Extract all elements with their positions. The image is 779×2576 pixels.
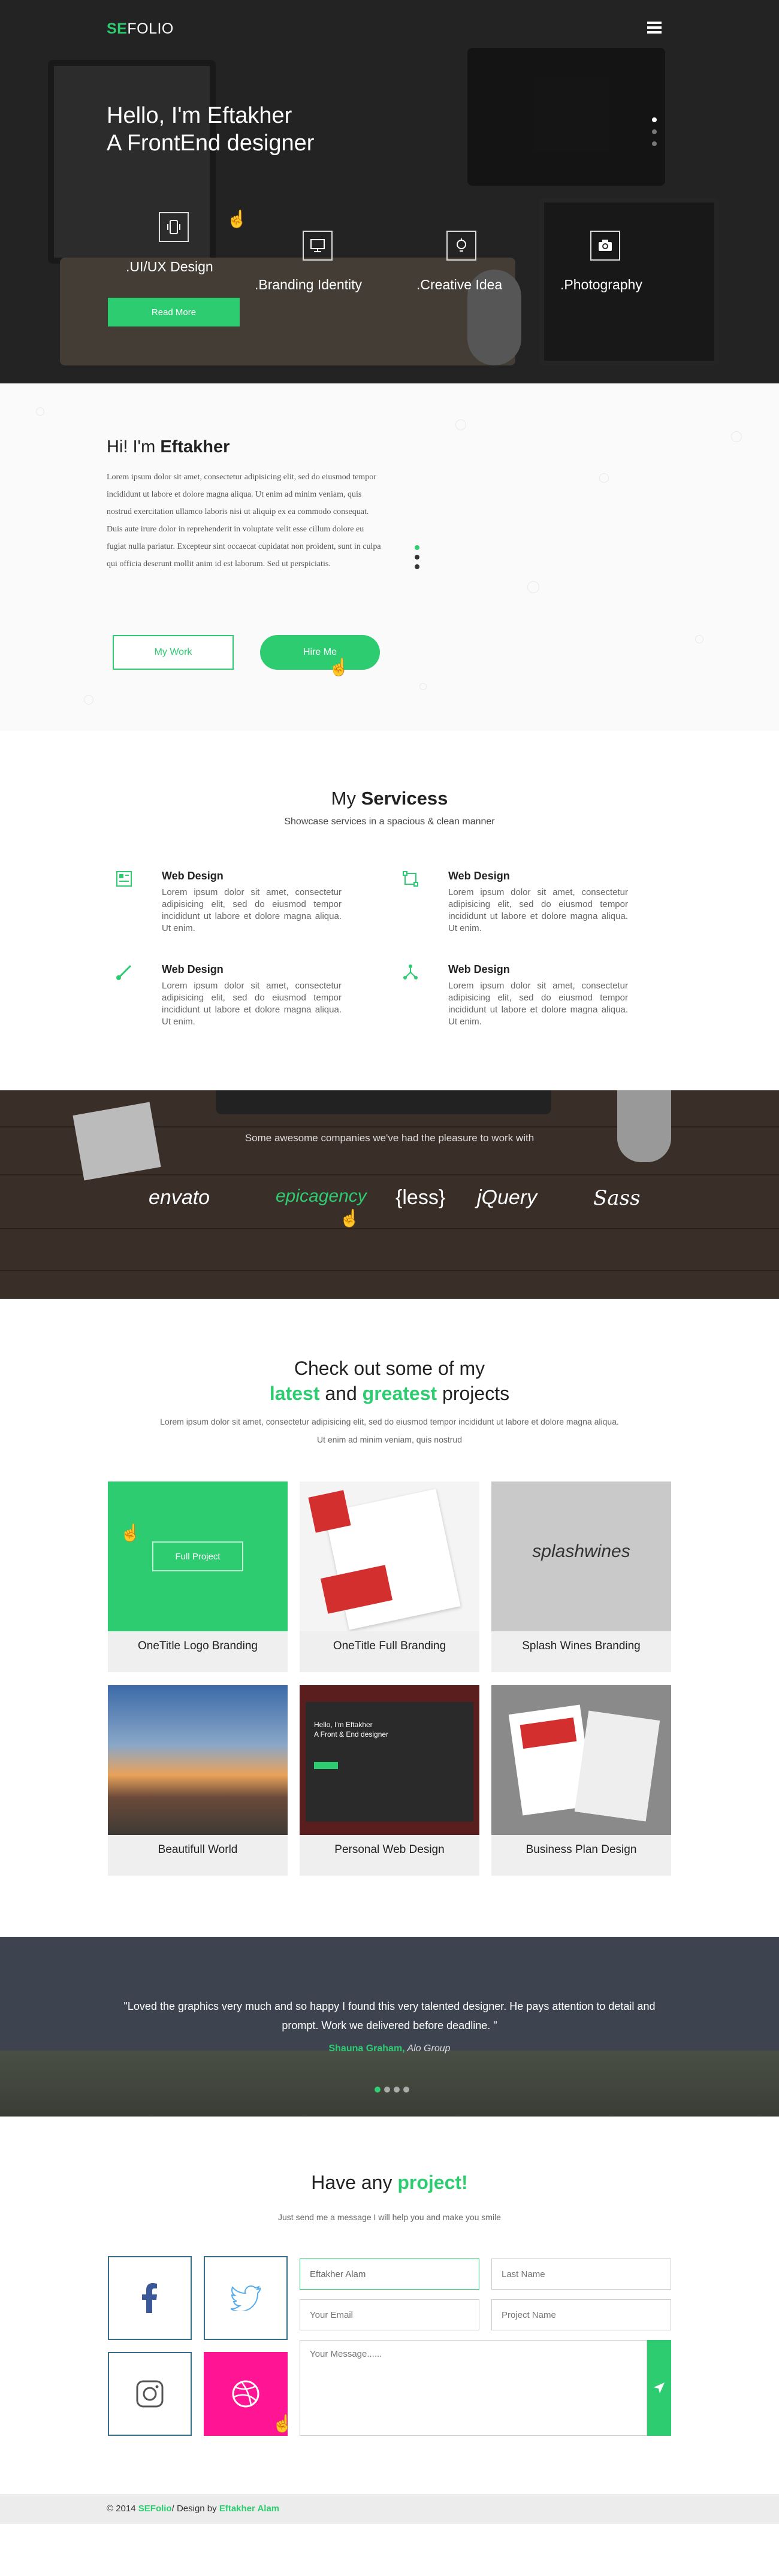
portfolio-thumb[interactable] bbox=[300, 1481, 479, 1631]
hero-title: Hello, I'm Eftakher A FrontEnd designer bbox=[107, 103, 315, 156]
portfolio-subtitle: Lorem ipsum dolor sit amet, consectetur … bbox=[160, 1417, 619, 1444]
portfolio-card[interactable]: Hello, I'm Eftakher A Front & End designe… bbox=[300, 1685, 479, 1876]
pointer-cursor-icon: ☝ bbox=[272, 2414, 293, 2433]
services-subtitle: Showcase services in a spacious & clean … bbox=[284, 817, 495, 827]
pointer-cursor-icon: ☝ bbox=[120, 1523, 141, 1542]
portfolio-card[interactable]: Business Plan Design bbox=[491, 1685, 671, 1876]
contact-subtitle: Just send me a message I will help you a… bbox=[278, 2212, 501, 2222]
service-label-photography[interactable]: .Photography bbox=[560, 277, 642, 293]
testimonial-quote: "Loved the graphics very much and so hap… bbox=[123, 2000, 656, 2031]
service-title: Web Design bbox=[162, 870, 224, 882]
portfolio-caption[interactable]: Business Plan Design bbox=[491, 1843, 671, 1857]
send-button[interactable] bbox=[647, 2340, 671, 2436]
share-icon bbox=[400, 963, 421, 984]
service-title: Web Design bbox=[448, 963, 510, 975]
testimonial-dots[interactable] bbox=[375, 2087, 409, 2093]
portfolio-card[interactable]: OneTitle Full Branding bbox=[300, 1481, 479, 1672]
hero-section: SEFOLIO Hello, I'm Eftakher A FrontEnd d… bbox=[0, 0, 779, 383]
full-project-button[interactable]: Full Project bbox=[152, 1541, 243, 1571]
portfolio-card[interactable]: splashwines Splash Wines Branding bbox=[491, 1481, 671, 1672]
facebook-icon[interactable] bbox=[108, 2256, 192, 2340]
portfolio-title: Check out some of my latest and greatest… bbox=[269, 1357, 510, 1404]
bulb-icon bbox=[446, 231, 476, 261]
message-field[interactable] bbox=[300, 2340, 647, 2436]
testimonial-author: Shauna Graham, Alo Group bbox=[328, 2043, 451, 2054]
testimonial-section: "Loved the graphics very much and so hap… bbox=[0, 1937, 779, 2117]
portfolio-card[interactable]: Full Project ☝ OneTitle Logo Branding bbox=[108, 1481, 288, 1672]
crop-icon bbox=[400, 870, 421, 890]
last-name-field[interactable] bbox=[491, 2258, 671, 2290]
service-title: Web Design bbox=[448, 870, 510, 882]
services-title: My Servicess bbox=[331, 788, 448, 809]
about-heading: Hi! I'm Eftakher bbox=[107, 437, 230, 456]
service-label-uiux[interactable]: .UI/UX Design bbox=[126, 259, 213, 275]
less-logo[interactable]: {less} bbox=[395, 1186, 445, 1210]
service-label-branding[interactable]: .Branding Identity bbox=[255, 277, 362, 293]
read-more-button[interactable]: Read More bbox=[108, 298, 240, 326]
hire-me-button[interactable]: Hire Me bbox=[260, 635, 380, 670]
first-name-field[interactable] bbox=[300, 2258, 479, 2290]
sass-logo[interactable]: Sass bbox=[593, 1186, 640, 1210]
services-section: My Servicess Showcase services in a spac… bbox=[0, 731, 779, 1090]
footer: © 2014 SEFolio/ Design by Eftakher Alam bbox=[0, 2494, 779, 2576]
portfolio-thumb[interactable]: splashwines bbox=[491, 1481, 671, 1631]
portfolio-caption[interactable]: Personal Web Design bbox=[300, 1843, 479, 1857]
brush-icon bbox=[114, 963, 134, 984]
portfolio-thumb[interactable]: Full Project ☝ bbox=[108, 1481, 288, 1631]
hamburger-menu-icon[interactable] bbox=[647, 22, 662, 34]
about-text: Lorem ipsum dolor sit amet, consectetur … bbox=[107, 473, 381, 569]
jquery-logo[interactable]: jQuery bbox=[477, 1186, 537, 1210]
portfolio-caption[interactable]: Splash Wines Branding bbox=[491, 1640, 671, 1653]
twitter-icon[interactable] bbox=[204, 2256, 288, 2340]
service-text: Lorem ipsum dolor sit amet, consectetur … bbox=[448, 981, 628, 1027]
mouse-image bbox=[617, 1090, 671, 1162]
portfolio-thumb[interactable]: Hello, I'm Eftakher A Front & End designe… bbox=[300, 1685, 479, 1835]
slider-dots[interactable] bbox=[415, 545, 419, 576]
epicagency-logo[interactable]: epicagency bbox=[276, 1186, 367, 1207]
contact-section: Have any project! Just send me a message… bbox=[0, 2117, 779, 2494]
monitor-icon bbox=[303, 231, 333, 261]
layout-icon bbox=[114, 870, 134, 890]
dribbble-icon[interactable]: ☝ bbox=[204, 2352, 293, 2436]
my-work-button[interactable]: My Work bbox=[113, 635, 234, 670]
pointer-cursor-icon: ☝ bbox=[227, 210, 247, 228]
about-section: Hi! I'm Eftakher Lorem ipsum dolor sit a… bbox=[0, 383, 779, 731]
service-text: Lorem ipsum dolor sit amet, consectetur … bbox=[162, 887, 342, 933]
pointer-cursor-icon: ☝ bbox=[328, 658, 349, 676]
laptop-image bbox=[216, 1090, 551, 1114]
clients-text: Some awesome companies we've had the ple… bbox=[244, 1132, 535, 1144]
site-logo[interactable]: SEFOLIO bbox=[107, 20, 174, 38]
splash-logo: splashwines bbox=[532, 1541, 630, 1561]
portfolio-thumb[interactable] bbox=[491, 1685, 671, 1835]
copyright-text: © 2014 SEFolio/ Design by Eftakher Alam bbox=[107, 2504, 280, 2514]
mobile-icon bbox=[159, 212, 189, 242]
pointer-cursor-icon: ☝ bbox=[339, 1209, 360, 1227]
camera-icon bbox=[590, 231, 620, 261]
portfolio-caption[interactable]: Beautifull World bbox=[108, 1843, 288, 1857]
service-label-creative[interactable]: .Creative Idea bbox=[416, 277, 502, 293]
email-field[interactable] bbox=[300, 2299, 479, 2330]
service-text: Lorem ipsum dolor sit amet, consectetur … bbox=[162, 981, 342, 1027]
service-text: Lorem ipsum dolor sit amet, consectetur … bbox=[448, 887, 628, 933]
portfolio-card[interactable]: Beautifull World bbox=[108, 1685, 288, 1876]
portfolio-caption[interactable]: OneTitle Logo Branding bbox=[108, 1640, 288, 1653]
clients-section: Some awesome companies we've had the ple… bbox=[0, 1090, 779, 1299]
portfolio-thumb[interactable] bbox=[108, 1685, 288, 1835]
contact-title: Have any project! bbox=[311, 2172, 468, 2193]
project-name-field[interactable] bbox=[491, 2299, 671, 2330]
service-title: Web Design bbox=[162, 963, 224, 975]
portfolio-section: Check out some of my latest and greatest… bbox=[0, 1299, 779, 1937]
send-icon bbox=[654, 2383, 665, 2393]
portfolio-caption[interactable]: OneTitle Full Branding bbox=[300, 1640, 479, 1653]
instagram-icon[interactable] bbox=[108, 2352, 192, 2436]
slider-dots[interactable] bbox=[652, 117, 657, 153]
envato-logo[interactable]: envato bbox=[149, 1186, 210, 1210]
